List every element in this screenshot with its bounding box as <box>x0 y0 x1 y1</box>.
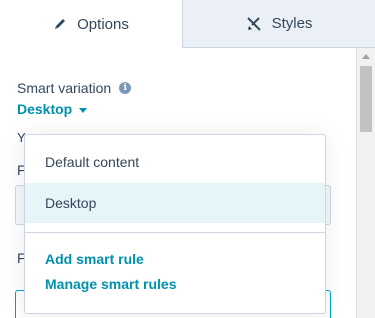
smart-variation-menu: Default content Desktop Add smart rule M… <box>24 134 326 314</box>
menu-item-default-content[interactable]: Default content <box>25 142 325 182</box>
smart-variation-label: Smart variation i <box>17 80 132 96</box>
scroll-thumb[interactable] <box>360 66 372 132</box>
info-icon[interactable]: i <box>119 82 132 94</box>
pencil-icon <box>53 17 67 31</box>
manage-smart-rules-link[interactable]: Manage smart rules <box>45 276 177 292</box>
add-smart-rule-link[interactable]: Add smart rule <box>45 251 144 267</box>
tab-options-label: Options <box>77 15 129 33</box>
smart-variation-selected: Desktop <box>17 101 73 117</box>
caret-down-icon <box>79 107 88 113</box>
tab-options[interactable]: Options <box>0 0 182 48</box>
menu-divider <box>25 232 325 233</box>
scrollbar[interactable] <box>356 48 375 318</box>
scroll-up-arrow-icon[interactable] <box>362 54 370 59</box>
menu-item-desktop[interactable]: Desktop <box>25 183 325 223</box>
tab-styles-label: Styles <box>271 15 313 32</box>
smart-variation-label-text: Smart variation <box>17 80 112 96</box>
smart-variation-dropdown-trigger[interactable]: Desktop <box>17 101 88 117</box>
menu-item-label: Desktop <box>45 195 97 211</box>
menu-item-label: Default content <box>45 154 140 170</box>
brush-icon <box>246 16 262 32</box>
editor-tabs: Options Styles <box>0 0 375 48</box>
tab-styles[interactable]: Styles <box>182 0 375 48</box>
